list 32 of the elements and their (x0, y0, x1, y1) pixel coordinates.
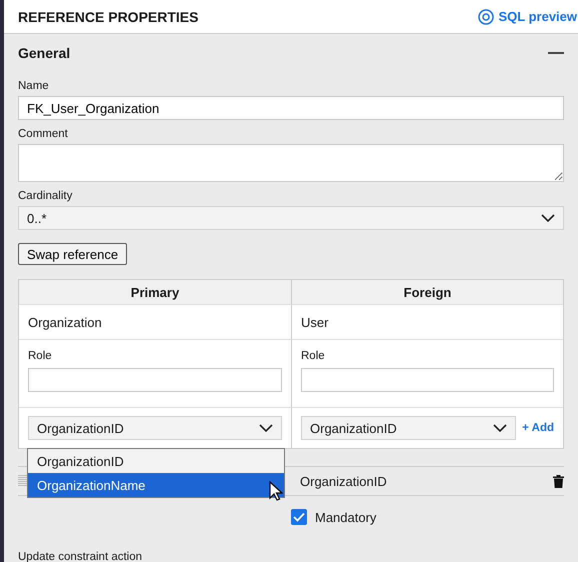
column-select[interactable]: OrganizationID (28, 416, 282, 440)
trash-icon[interactable] (553, 474, 564, 488)
chevron-down-icon (541, 214, 555, 222)
role-label: Role (28, 350, 53, 362)
section-title: General (18, 45, 70, 61)
foreign-key-name: OrganizationID (299, 474, 388, 488)
cardinality-select[interactable]: 0..* (18, 206, 564, 230)
checkbox-label: Mandatory (315, 510, 376, 524)
field-label: Comment (18, 128, 69, 140)
field-label: Name (18, 80, 50, 92)
dropdown-option[interactable]: OrganizationName (28, 473, 284, 497)
sql-preview-link[interactable]: SQL preview (478, 8, 577, 24)
column-select[interactable]: OrganizationID (301, 416, 516, 440)
column-header: Foreign (292, 280, 563, 305)
add-link[interactable]: + Add (522, 422, 554, 434)
entity-name: User (301, 314, 330, 330)
chevron-down-icon (493, 424, 508, 432)
eye-icon (478, 8, 494, 24)
panel-title: REFERENCE PROPERTIES (18, 8, 198, 24)
mouse-pointer-icon (269, 481, 283, 501)
chevron-down-icon (259, 424, 273, 432)
swap-reference-button[interactable]: Swap reference (18, 243, 128, 265)
role-input[interactable] (301, 368, 554, 392)
column-header: Primary (19, 280, 292, 305)
mandatory-checkbox[interactable] (291, 509, 307, 525)
entity-name: Organization (28, 314, 103, 330)
name-input[interactable]: FK_User_Organization (18, 96, 564, 120)
comment-input[interactable] (18, 144, 564, 182)
role-input[interactable] (28, 368, 282, 392)
dropdown-option[interactable]: OrganizationID (28, 449, 284, 473)
field-label: Cardinality (18, 190, 74, 202)
role-label: Role (301, 350, 326, 362)
